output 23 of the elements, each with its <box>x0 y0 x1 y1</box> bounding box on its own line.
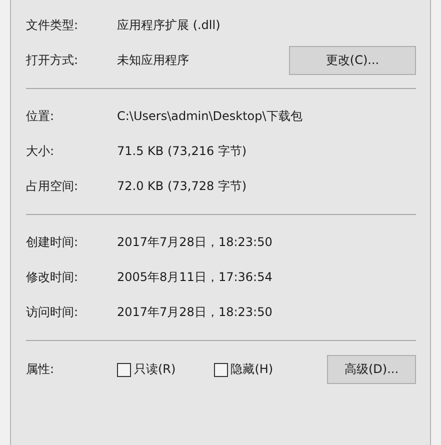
field-label: 占用空间: <box>26 178 80 195</box>
field-value: 2017年7月28日，18:23:50 <box>117 234 274 251</box>
checkbox-label[interactable]: 隐藏(H) <box>230 361 274 378</box>
field-value: 72.0 KB (73,728 字节) <box>117 178 248 195</box>
field-label: 修改时间: <box>26 269 80 286</box>
field-value: 应用程序扩展 (.dll) <box>117 17 222 34</box>
advanced-button[interactable]: 高级(D)... <box>327 355 416 384</box>
field-value: 2005年8月11日，17:36:54 <box>117 269 274 286</box>
field-label: 大小: <box>26 143 56 160</box>
change-button[interactable]: 更改(C)... <box>289 46 416 75</box>
field-value: 71.5 KB (73,216 字节) <box>117 143 248 160</box>
field-value: 未知应用程序 <box>117 52 190 69</box>
field-label: 文件类型: <box>26 17 80 34</box>
checkbox-label[interactable]: 只读(R) <box>134 361 176 378</box>
field-value: C:\Users\admin\Desktop\下载包 <box>117 108 304 125</box>
field-label: 属性: <box>26 361 56 378</box>
field-label: 创建时间: <box>26 234 80 251</box>
field-label: 打开方式: <box>26 52 80 69</box>
checkbox[interactable] <box>214 362 228 376</box>
field-value: 2017年7月28日，18:23:50 <box>117 304 274 321</box>
field-label: 访问时间: <box>26 304 80 321</box>
field-label: 位置: <box>26 108 56 125</box>
checkbox[interactable] <box>117 362 131 376</box>
